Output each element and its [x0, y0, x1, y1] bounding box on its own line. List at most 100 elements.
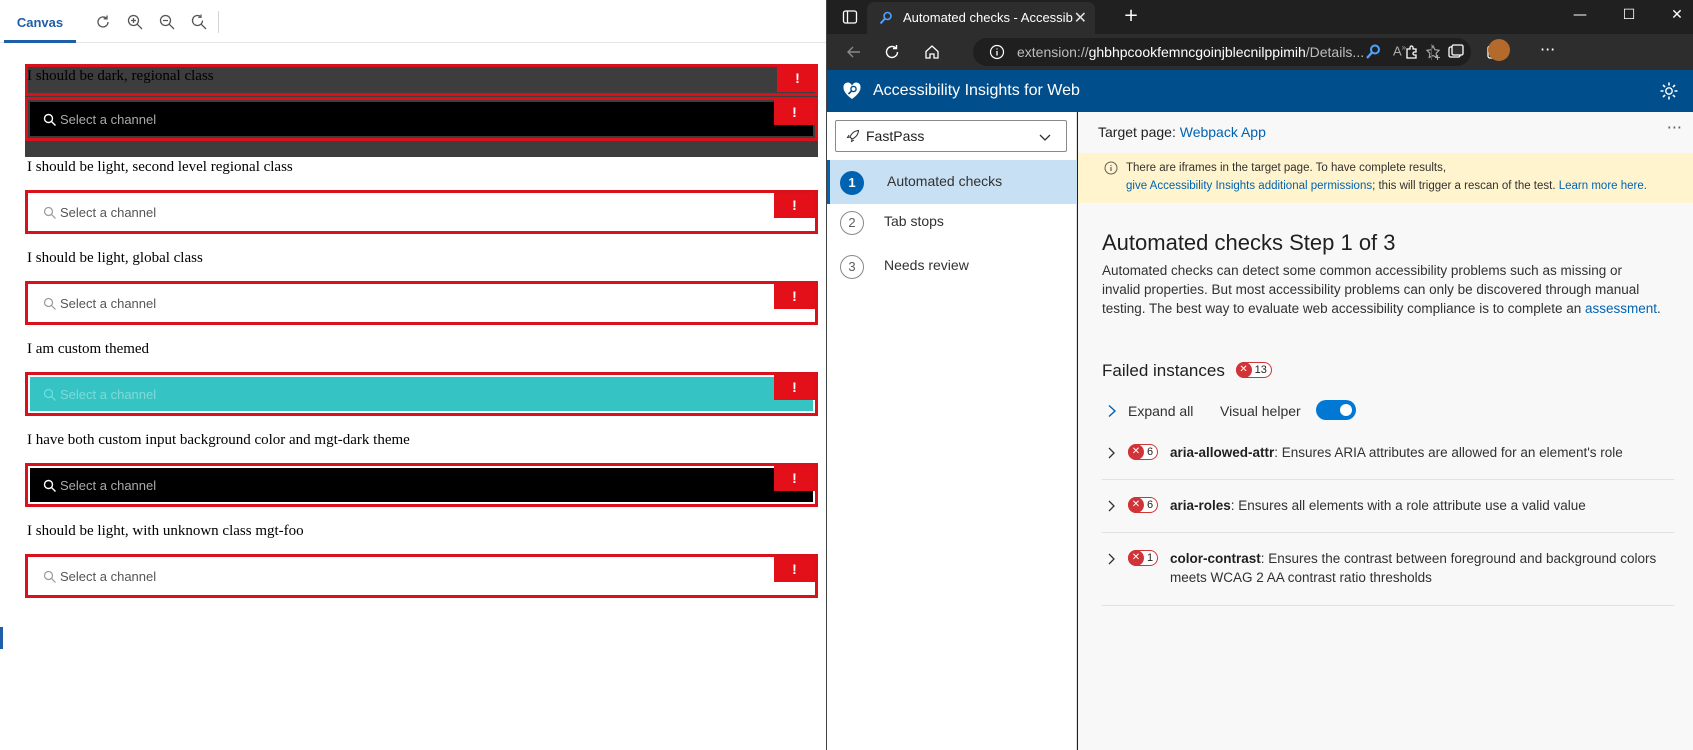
reload-icon[interactable] [883, 43, 901, 61]
rule-description: aria-roles: Ensures all elements with a … [1170, 498, 1586, 513]
error-flag[interactable]: ! [774, 466, 815, 491]
rule-name: aria-allowed-attr [1170, 445, 1275, 460]
failed-instances-label: Failed instances [1102, 361, 1225, 380]
tab-close-icon[interactable]: ✕ [1074, 8, 1087, 27]
accessibility-insights-logo-icon [843, 82, 861, 99]
profile-avatar[interactable] [1488, 39, 1510, 61]
section-label: I should be light, global class [27, 250, 203, 266]
channel-search-placeholder: Select a channel [60, 205, 157, 220]
gear-icon[interactable] [1658, 80, 1680, 102]
reset-zoom-icon[interactable] [190, 13, 208, 31]
chevron-right-icon[interactable] [1107, 499, 1117, 513]
browser-tab[interactable]: Automated checks - Accessibility Insight… [867, 2, 1095, 34]
error-x-icon: ✕ [1128, 497, 1144, 513]
nav-item-label: Automated checks [887, 173, 1003, 189]
accessibility-insights-extension-icon[interactable] [1364, 43, 1382, 61]
error-flag[interactable]: ! [777, 64, 818, 92]
channel-picker[interactable]: Select a channel ! [25, 554, 818, 598]
channel-search-placeholder: Select a channel [60, 296, 157, 311]
app-header: Accessibility Insights for Web [827, 70, 1693, 112]
search-icon [43, 297, 56, 310]
browser-window: Automated checks - Accessibility Insight… [826, 0, 1693, 750]
failure-count-badge: ✕ 13 [1235, 361, 1272, 378]
close-window-button[interactable]: ✕ [1667, 5, 1687, 25]
dark-regional-section: ! I should be dark, regional class Selec… [25, 64, 818, 157]
more-options-icon[interactable]: ··· [1667, 118, 1682, 137]
app-title: Accessibility Insights for Web [873, 82, 1080, 99]
split-screen-icon[interactable] [1447, 43, 1465, 61]
chevron-right-icon[interactable] [1107, 552, 1117, 566]
minimize-button[interactable]: — [1570, 5, 1590, 25]
expand-all-button[interactable]: Expand all [1128, 403, 1193, 419]
site-info-icon[interactable] [989, 44, 1005, 60]
canvas-toolbar: Canvas [0, 0, 826, 43]
mode-dropdown-value: FastPass [866, 128, 925, 144]
channel-search-box[interactable]: Select a channel [30, 102, 813, 136]
channel-search-box[interactable]: Select a channel [30, 377, 813, 411]
step-number: 2 [840, 211, 864, 235]
channel-search-box[interactable]: Select a channel [30, 286, 813, 320]
page-title: Automated checks Step 1 of 3 [1102, 230, 1396, 255]
channel-picker[interactable]: Select a channel ! [25, 281, 818, 325]
nav-item-tab-stops[interactable]: 2 Tab stops [827, 200, 1077, 244]
failure-count-badge: ✕ 1 [1128, 550, 1159, 566]
rule-name: color-contrast [1170, 551, 1261, 566]
failure-count-badge: ✕ 6 [1128, 497, 1159, 513]
selection-marker [0, 627, 3, 649]
settings-and-more-icon[interactable]: ··· [1540, 40, 1555, 59]
canvas-pane: Canvas ! I should be dark, regional clas… [0, 0, 826, 750]
rule-aria-roles[interactable]: ✕ 6 aria-roles: Ensures all elements with… [1102, 495, 1674, 533]
permissions-link[interactable]: give Accessibility Insights additional p… [1126, 180, 1372, 192]
url-text: extension://ghbhpcookfemncgoinjblecnilpp… [1017, 44, 1365, 60]
channel-picker[interactable]: Select a channel ! [25, 190, 818, 234]
error-flag[interactable]: ! [774, 557, 815, 582]
error-flag[interactable]: ! [774, 375, 815, 400]
refresh-icon[interactable] [94, 13, 112, 31]
extensions-icon[interactable] [1403, 43, 1421, 61]
search-icon [43, 388, 56, 401]
rule-color-contrast[interactable]: ✕ 1 color-contrast: Ensures the contrast … [1102, 548, 1674, 606]
address-bar-row: extension://ghbhpcookfemncgoinjblecnilpp… [827, 34, 1693, 70]
channel-picker[interactable]: Select a channel ! [25, 463, 818, 507]
channel-search-box[interactable]: Select a channel [30, 195, 813, 229]
back-icon[interactable] [845, 43, 863, 61]
target-page: Target page: Webpack App [1098, 124, 1266, 140]
nav-item-automated-checks[interactable]: 1 Automated checks [827, 160, 1077, 204]
channel-picker[interactable]: Select a channel ! [25, 97, 818, 141]
chevron-down-icon [1039, 134, 1051, 141]
tab-title: Automated checks - Accessibility Insight… [903, 10, 1073, 25]
rule-name: aria-roles [1170, 498, 1231, 513]
add-favorite-icon[interactable] [1425, 44, 1442, 61]
tab-actions-icon[interactable] [841, 8, 859, 26]
section-label: I should be light, with unknown class mg… [27, 523, 304, 539]
assessment-link[interactable]: assessment [1585, 301, 1657, 316]
tab-canvas[interactable]: Canvas [4, 0, 76, 43]
zoom-out-icon[interactable] [158, 13, 176, 31]
step-number: 3 [840, 255, 864, 279]
learn-more-link[interactable]: Learn more here. [1559, 180, 1647, 192]
target-page-link[interactable]: Webpack App [1180, 124, 1266, 140]
search-icon [43, 479, 56, 492]
zoom-in-icon[interactable] [126, 13, 144, 31]
main-content: Target page: Webpack App ··· There are i… [1078, 112, 1693, 750]
home-icon[interactable] [923, 43, 941, 61]
info-icon [1104, 161, 1118, 175]
error-flag[interactable]: ! [774, 284, 815, 309]
maximize-button[interactable]: ☐ [1619, 5, 1639, 25]
error-flag[interactable]: ! [774, 193, 815, 218]
mode-dropdown[interactable]: FastPass [835, 120, 1067, 152]
chevron-right-icon[interactable] [1107, 446, 1117, 460]
channel-search-placeholder: Select a channel [60, 112, 157, 127]
section-label: I should be dark, regional class [27, 68, 214, 84]
rule-description: color-contrast: Ensures the contrast bet… [1170, 551, 1657, 585]
channel-picker[interactable]: Select a channel ! [25, 372, 818, 416]
rule-aria-allowed-attr[interactable]: ✕ 6 aria-allowed-attr: Ensures ARIA attri… [1102, 442, 1674, 480]
new-tab-button[interactable]: + [1121, 6, 1141, 26]
visual-helper-toggle[interactable] [1316, 400, 1356, 420]
nav-item-needs-review[interactable]: 3 Needs review [827, 244, 1077, 288]
channel-search-box[interactable]: Select a channel [30, 559, 813, 593]
channel-search-box[interactable]: Select a channel [30, 468, 813, 502]
address-bar[interactable]: extension://ghbhpcookfemncgoinjblecnilpp… [973, 38, 1471, 66]
chevron-right-icon[interactable] [1106, 404, 1118, 418]
error-flag[interactable]: ! [774, 100, 815, 125]
